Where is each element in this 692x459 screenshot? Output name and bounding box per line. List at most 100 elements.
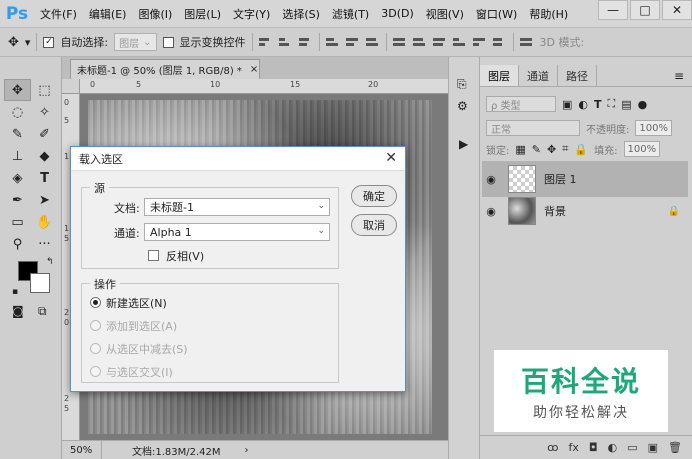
eye-icon[interactable]: ◉ <box>482 173 500 186</box>
minimize-button[interactable]: — <box>598 0 628 20</box>
fx-icon[interactable]: fx <box>569 441 579 454</box>
pen-tool-icon[interactable]: ✒ <box>4 189 31 211</box>
close-tab-icon[interactable]: × <box>250 64 258 75</box>
align-bottom-icon[interactable] <box>298 35 313 49</box>
filter-shape-icon[interactable]: ⛶ <box>608 97 616 111</box>
move-tool-icon[interactable]: ✥ <box>4 79 31 101</box>
menu-3d[interactable]: 3D(D) <box>375 7 420 20</box>
adjustment-icon[interactable]: ◐ <box>608 441 618 454</box>
quick-mask-icon[interactable]: ◙ <box>12 304 24 318</box>
brush-tool-icon[interactable]: ✐ <box>31 123 58 145</box>
default-colors-icon[interactable]: ▪ <box>12 287 18 297</box>
swap-colors-icon[interactable]: ↰ <box>46 257 54 267</box>
marquee-tool-icon[interactable]: ⬚ <box>31 79 58 101</box>
restore-button[interactable]: □ <box>630 0 660 20</box>
menu-image[interactable]: 图像(I) <box>132 6 178 22</box>
filter-smart-object-icon[interactable]: ▤ <box>621 98 631 111</box>
tab-channels[interactable]: 通道 <box>519 65 558 86</box>
move-tool-icon[interactable]: ✥ <box>8 35 19 50</box>
filter-pixel-icon[interactable]: ▣ <box>562 98 572 111</box>
more-tools-icon[interactable]: ··· <box>31 233 58 255</box>
menu-filter[interactable]: 滤镜(T) <box>326 6 375 22</box>
menu-help[interactable]: 帮助(H) <box>523 6 574 22</box>
eye-icon[interactable]: ◉ <box>482 205 500 218</box>
mask-icon[interactable]: ◘ <box>589 441 598 454</box>
properties-panel-icon[interactable]: ⚙ <box>457 99 468 113</box>
align-vcenter-icon[interactable] <box>278 35 293 49</box>
align-top-icon[interactable] <box>258 35 273 49</box>
menu-select[interactable]: 选择(S) <box>276 6 326 22</box>
distribute-left-icon[interactable] <box>452 35 467 49</box>
close-icon[interactable]: ✕ <box>385 150 397 166</box>
menu-type[interactable]: 文字(Y) <box>227 6 276 22</box>
hand-tool-icon[interactable]: ✋ <box>31 211 58 233</box>
history-panel-icon[interactable]: ⎘ <box>457 77 467 92</box>
channel-select[interactable]: Alpha 1 ⌄ <box>144 223 330 241</box>
new-selection-label[interactable]: 新建选区(N) <box>106 295 167 311</box>
ruler-origin[interactable] <box>62 79 80 94</box>
align-right-icon[interactable] <box>365 35 380 49</box>
stamp-tool-icon[interactable]: ⊥ <box>4 145 31 167</box>
status-menu-arrow-icon[interactable]: › <box>221 445 249 456</box>
align-left-icon[interactable] <box>325 35 340 49</box>
type-tool-icon[interactable]: T <box>31 167 58 189</box>
layer-row[interactable]: ◉ 图层 1 <box>482 161 688 197</box>
panel-menu-icon[interactable]: ≡ <box>674 69 684 83</box>
horizontal-ruler[interactable]: 0 5 10 15 20 <box>80 79 448 94</box>
zoom-field[interactable]: 50% <box>62 440 102 459</box>
blend-mode-select[interactable]: 正常 <box>486 120 580 136</box>
filter-adjustment-icon[interactable]: ◐ <box>578 98 588 111</box>
document-select[interactable]: 未标题-1 ⌄ <box>144 198 330 216</box>
ok-button[interactable]: 确定 <box>351 185 397 207</box>
menu-window[interactable]: 窗口(W) <box>470 6 523 22</box>
lock-artboard-icon[interactable]: ⌗ <box>562 142 568 156</box>
new-selection-radio[interactable] <box>90 297 101 308</box>
layer-filter-select[interactable]: ρ 类型 <box>486 96 556 112</box>
lock-all-icon[interactable]: 🔒 <box>574 143 588 156</box>
align-hcenter-icon[interactable] <box>345 35 360 49</box>
distribute-right-icon[interactable] <box>492 35 507 49</box>
menu-layer[interactable]: 图层(L) <box>178 6 227 22</box>
lock-position-icon[interactable]: ✥ <box>547 143 556 156</box>
eraser-tool-icon[interactable]: ◆ <box>31 145 58 167</box>
magic-wand-tool-icon[interactable]: ✧ <box>31 101 58 123</box>
group-icon[interactable]: ▭ <box>627 441 637 454</box>
bucket-tool-icon[interactable]: ◈ <box>4 167 31 189</box>
zoom-tool-icon[interactable]: ⚲ <box>4 233 31 255</box>
document-size-status[interactable]: 文档:1.83M/2.42M <box>102 443 221 458</box>
auto-select-target-select[interactable]: 图层 ⌄ <box>114 33 157 51</box>
path-select-tool-icon[interactable]: ➤ <box>31 189 58 211</box>
fill-input[interactable]: 100% <box>623 141 661 157</box>
invert-label[interactable]: 反相(V) <box>166 248 204 264</box>
actions-play-icon[interactable]: ▶ <box>459 137 468 151</box>
eyedropper-tool-icon[interactable]: ✎ <box>4 123 31 145</box>
distribute-hcenter-icon[interactable] <box>472 35 487 49</box>
menu-view[interactable]: 视图(V) <box>420 6 470 22</box>
lasso-tool-icon[interactable]: ◌ <box>4 101 31 123</box>
menu-file[interactable]: 文件(F) <box>34 6 83 22</box>
close-button[interactable]: ✕ <box>662 0 692 20</box>
background-color-swatch[interactable] <box>30 273 50 293</box>
document-tab[interactable]: 未标题-1 @ 50% (图层 1, RGB/8) * × <box>70 59 260 79</box>
tab-layers[interactable]: 图层 <box>480 65 519 86</box>
show-transform-checkbox[interactable] <box>162 36 174 48</box>
new-layer-icon[interactable]: ▣ <box>648 441 658 454</box>
auto-align-icon[interactable] <box>519 35 534 49</box>
distribute-top-icon[interactable] <box>392 35 407 49</box>
screen-mode-icon[interactable]: ⧉ <box>38 304 47 319</box>
invert-checkbox[interactable] <box>148 250 159 261</box>
link-icon[interactable]: ꝏ <box>547 441 558 454</box>
layer-row[interactable]: ◉ 背景 🔒 <box>482 193 688 229</box>
trash-icon[interactable]: 🗑 <box>668 441 682 454</box>
cancel-button[interactable]: 取消 <box>351 214 397 236</box>
lock-transparent-icon[interactable]: ▦ <box>515 143 525 156</box>
auto-select-checkbox[interactable]: ✓ <box>43 36 55 48</box>
distribute-vcenter-icon[interactable] <box>412 35 427 49</box>
menu-edit[interactable]: 编辑(E) <box>83 6 133 22</box>
filter-toggle-icon[interactable]: ● <box>638 98 648 111</box>
opacity-input[interactable]: 100% <box>635 120 672 136</box>
tab-paths[interactable]: 路径 <box>558 65 597 86</box>
tool-preset-arrow-icon[interactable]: ▾ <box>25 36 31 49</box>
filter-type-icon[interactable]: T <box>594 98 602 111</box>
distribute-bottom-icon[interactable] <box>432 35 447 49</box>
